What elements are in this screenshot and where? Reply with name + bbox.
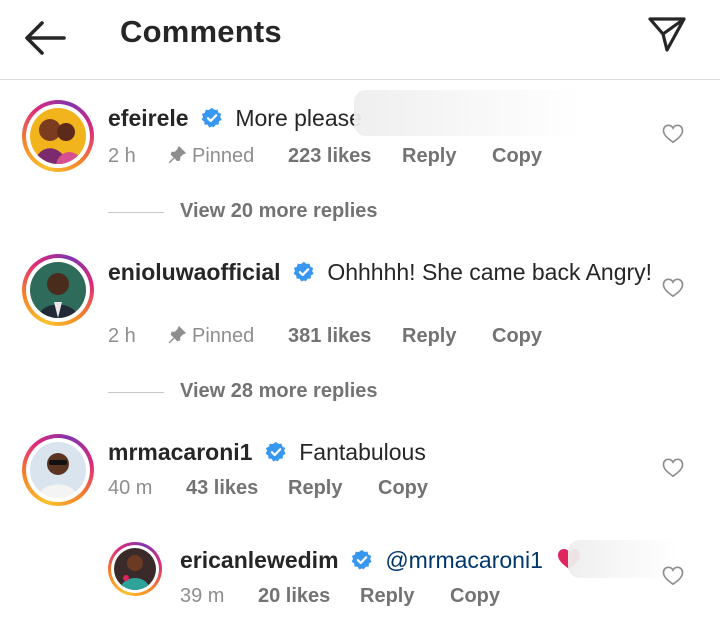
verified-badge-icon [265,441,286,462]
copy-button[interactable]: Copy [378,476,428,500]
redaction-blur [354,90,584,136]
comment-time: 2 h [108,145,136,167]
comment-time: 40 m [108,477,153,499]
likes-count[interactable]: 43 likes [186,476,258,500]
verified-badge-icon [293,261,314,282]
avatar[interactable] [108,542,162,596]
heart-icon[interactable] [662,124,684,144]
reply-button[interactable]: Reply [360,584,414,608]
copy-button[interactable]: Copy [492,324,542,348]
comment-text: More please [235,105,362,131]
comment-text: Fantabulous [299,439,426,465]
avatar[interactable] [22,100,94,172]
avatar-image [30,442,86,498]
pin-icon [168,326,186,344]
reply-button[interactable]: Reply [402,144,456,168]
page-title: Comments [120,14,282,49]
view-more-replies-label: View 28 more replies [180,380,378,402]
heart-icon[interactable] [662,278,684,298]
comment-time: 2 h [108,325,136,347]
pinned-label: Pinned [168,324,254,348]
copy-button[interactable]: Copy [450,584,500,608]
arrow-left-icon[interactable] [22,18,68,58]
reply-button[interactable]: Reply [402,324,456,348]
paper-plane-icon[interactable] [646,14,688,54]
comment-username[interactable]: mrmacaroni1 [108,439,252,465]
header-bar: Comments [0,0,720,80]
comment-time: 39 m [180,585,225,607]
reply-button[interactable]: Reply [288,476,342,500]
copy-button[interactable]: Copy [492,144,542,168]
comment-username[interactable]: efeirele [108,105,189,131]
mention-link[interactable]: @mrmacaroni1 [385,547,543,573]
view-more-replies-label: View 20 more replies [180,200,378,222]
avatar[interactable] [22,434,94,506]
avatar-image [114,548,156,590]
avatar-image [30,262,86,318]
comment-username[interactable]: ericanlewedim [180,547,339,573]
verified-badge-icon [201,107,222,128]
heart-icon[interactable] [662,566,684,586]
likes-count[interactable]: 381 likes [288,324,371,348]
pinned-label: Pinned [168,144,254,168]
comment-text: Ohhhhh! She came back Angry! [327,259,653,285]
replies-divider [108,392,164,393]
comment-username[interactable]: enioluwaofficial [108,259,281,285]
avatar-image [30,108,86,164]
replies-divider [108,212,164,213]
heart-icon[interactable] [662,458,684,478]
verified-badge-icon [351,549,372,570]
likes-count[interactable]: 223 likes [288,144,371,168]
avatar[interactable] [22,254,94,326]
pin-icon [168,146,186,164]
likes-count[interactable]: 20 likes [258,584,330,608]
